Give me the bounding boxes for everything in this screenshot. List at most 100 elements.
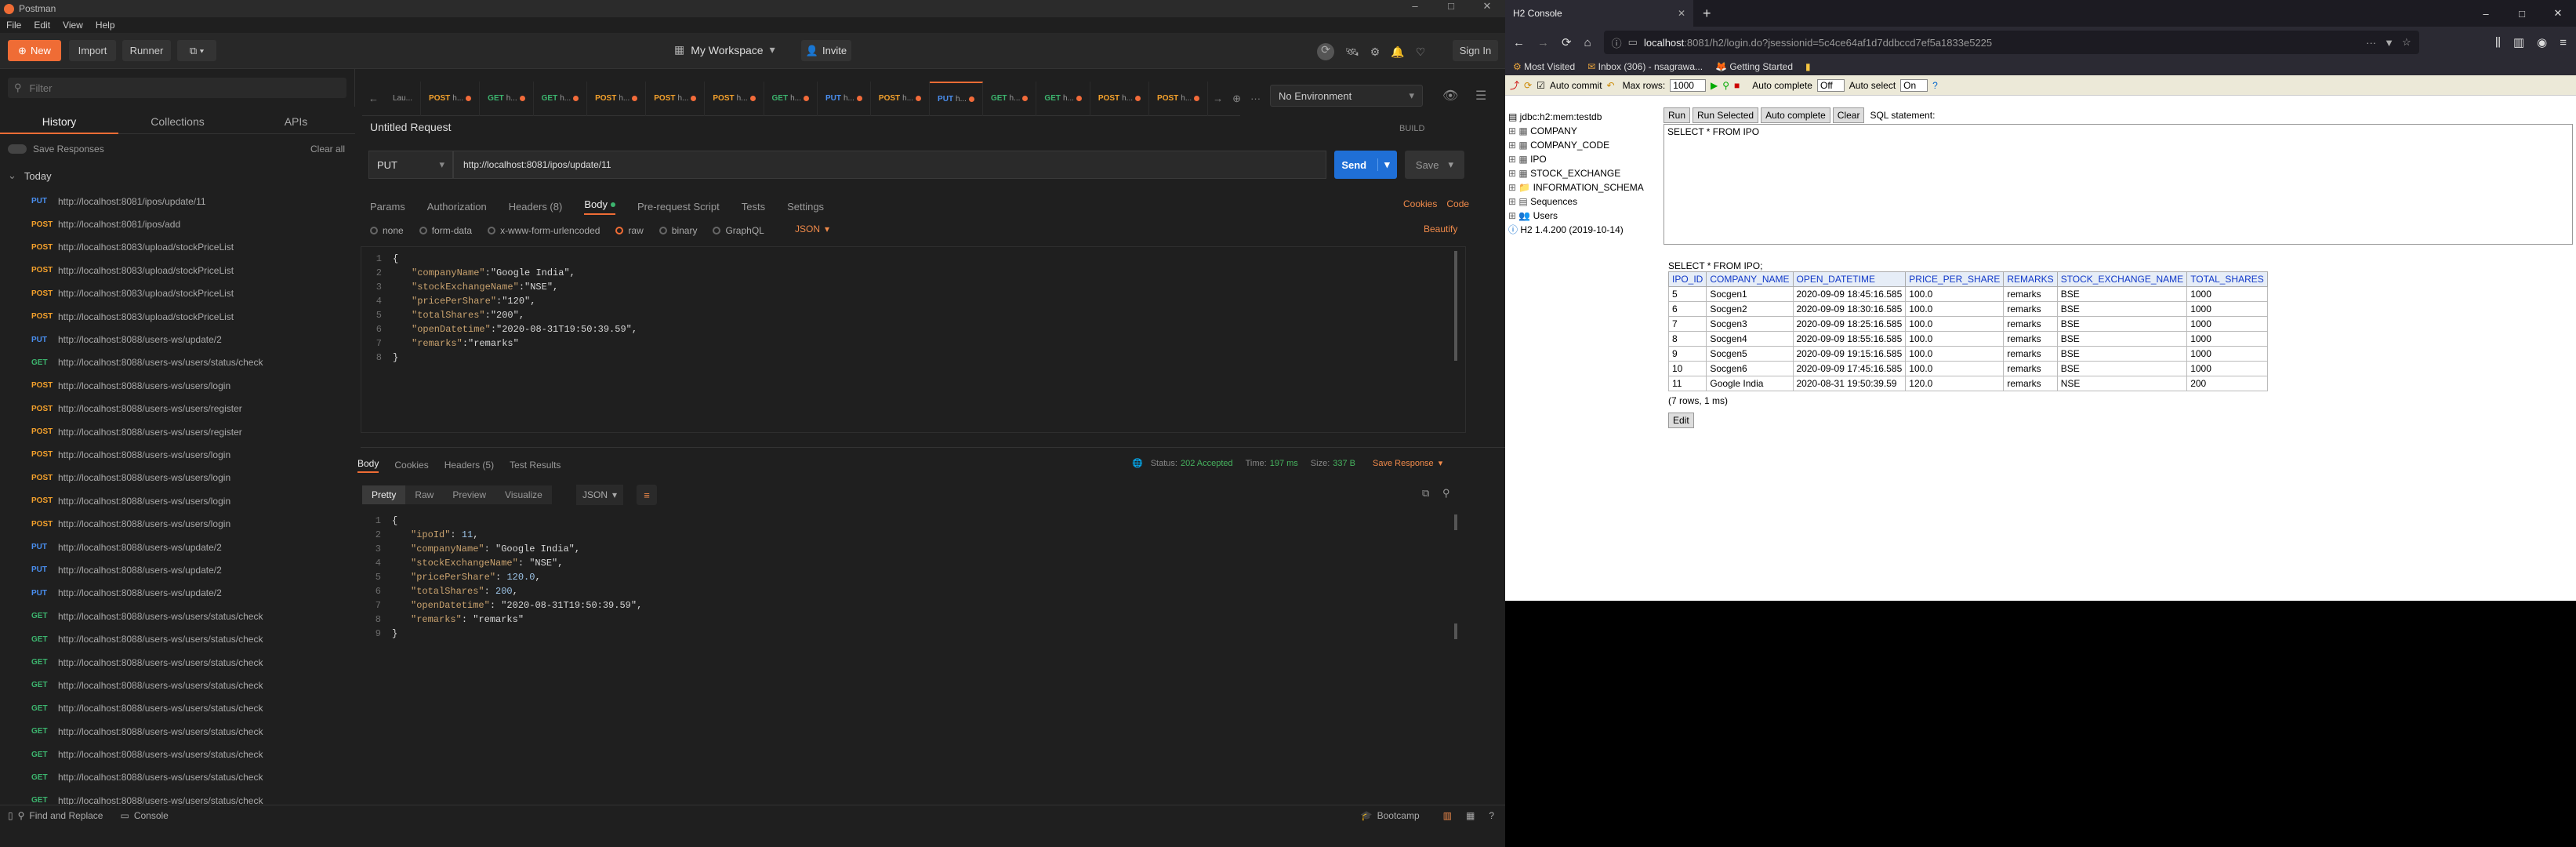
code-link[interactable]: Code — [1446, 198, 1469, 209]
history-item[interactable]: PUT http://localhost:8088/users-ws/update… — [0, 328, 355, 351]
history-item[interactable]: PUT http://localhost:8088/users-ws/update… — [0, 582, 355, 605]
request-tab[interactable]: POST h... — [1090, 81, 1150, 116]
help-icon[interactable]: ? — [1489, 810, 1494, 821]
bookmark-item[interactable]: 🦊 Getting Started — [1715, 61, 1793, 72]
body-type-x-www-form-urlencoded[interactable]: x-www-form-urlencoded — [488, 225, 600, 236]
request-tab[interactable]: POST h... — [705, 81, 764, 116]
send-button[interactable]: Send ▾ — [1334, 151, 1397, 179]
req-tab-headers[interactable]: Headers (8) — [509, 201, 563, 213]
history-item[interactable]: POST http://localhost:8083/upload/stockPr… — [0, 259, 355, 282]
workspace-selector[interactable]: ▦ My Workspace ▾ — [674, 43, 775, 56]
maximize-icon[interactable]: □ — [2504, 8, 2540, 20]
history-item[interactable]: GET http://localhost:8088/users-ws/users/… — [0, 605, 355, 627]
request-tab[interactable]: GET h... — [764, 81, 818, 116]
req-tab-settings[interactable]: Settings — [787, 201, 824, 213]
pocket-icon[interactable]: ▼ — [2384, 37, 2394, 49]
response-scrollbar-bottom[interactable] — [1454, 623, 1457, 639]
req-tab-pre-request-script[interactable]: Pre-request Script — [637, 201, 720, 213]
heart-icon[interactable]: ♡ — [1416, 45, 1426, 59]
req-tab-params[interactable]: Params — [370, 201, 405, 213]
library-icon[interactable]: ⫼ — [2495, 36, 2501, 49]
view-mode-preview[interactable]: Preview — [443, 485, 496, 504]
req-tab-authorization[interactable]: Authorization — [427, 201, 487, 213]
bookmark-item[interactable]: ⚙ Most Visited — [1513, 61, 1575, 72]
bootcamp-link[interactable]: Bootcamp — [1377, 810, 1420, 821]
column-header[interactable]: TOTAL_SHARES — [2186, 271, 2268, 287]
column-header[interactable]: REMARKS — [2003, 271, 2058, 287]
body-type-raw[interactable]: raw — [615, 225, 644, 236]
clear-all-link[interactable]: Clear all — [310, 144, 345, 154]
eye-icon[interactable]: 👁 — [1442, 88, 1458, 104]
auto-complete-select[interactable]: Off — [1816, 78, 1845, 92]
history-item[interactable]: POST http://localhost:8083/upload/stockPr… — [0, 305, 355, 328]
editor-scrollbar[interactable] — [1454, 251, 1457, 361]
menu-item-edit[interactable]: Edit — [27, 20, 56, 31]
home-icon[interactable]: ⌂ — [1584, 36, 1591, 49]
method-select[interactable]: PUT ▾ — [368, 151, 453, 179]
json-type-select[interactable]: JSON ▾ — [795, 224, 829, 234]
view-mode-pretty[interactable]: Pretty — [362, 485, 406, 504]
history-item[interactable]: POST http://localhost:8088/users-ws/users… — [0, 489, 355, 512]
search-icon[interactable]: ⚲ — [1442, 487, 1450, 500]
today-group[interactable]: ⌄ Today — [8, 169, 52, 182]
history-item[interactable]: GET http://localhost:8088/users-ws/users/… — [0, 697, 355, 720]
h2-clear-button[interactable]: Clear — [1832, 107, 1865, 123]
url-input[interactable]: http://localhost:8081/ipos/update/11 — [453, 151, 1326, 179]
new-button[interactable]: ⊕ New — [8, 40, 61, 61]
bookmark-item[interactable]: ✉ Inbox (306) - nsagrawa... — [1587, 61, 1703, 72]
column-header[interactable]: IPO_ID — [1667, 271, 1707, 287]
history-item[interactable]: GET http://localhost:8088/users-ws/users/… — [0, 766, 355, 789]
max-rows-select[interactable]: 1000 — [1670, 78, 1706, 92]
back-icon[interactable]: ← — [1513, 36, 1525, 49]
body-type-graphql[interactable]: GraphQL — [713, 225, 764, 236]
response-body[interactable]: 1{2 "ipoId": 11, 3 "companyName": "Google I… — [361, 514, 1466, 655]
history-item[interactable]: POST http://localhost:8083/upload/stockPr… — [0, 282, 355, 305]
request-tab[interactable]: GET h... — [480, 81, 534, 116]
settings-icon[interactable]: ⚙ — [1370, 45, 1381, 59]
new-tab-icon[interactable]: + — [1703, 5, 1711, 22]
filter-input[interactable]: ⚲ Filter — [8, 78, 346, 98]
menu-item-help[interactable]: Help — [89, 20, 122, 31]
bell-icon[interactable]: 🔔 — [1391, 45, 1404, 59]
sql-editor[interactable]: SELECT * FROM IPO — [1664, 124, 2573, 245]
tree-item-ipo[interactable]: ⊞ ▦ IPO — [1508, 152, 1657, 166]
menu-item-view[interactable]: View — [56, 20, 89, 31]
add-tab-icon[interactable]: ⊕ — [1228, 93, 1246, 105]
help-icon[interactable]: ? — [1932, 80, 1938, 91]
request-tab[interactable]: PUT h... — [818, 81, 871, 116]
request-tab[interactable]: POST h... — [646, 81, 706, 116]
request-title[interactable]: Untitled Request — [370, 121, 452, 133]
tree-item-stock-exchange[interactable]: ⊞ ▦ STOCK_EXCHANGE — [1508, 166, 1657, 180]
request-tab[interactable]: POST h... — [587, 81, 647, 116]
two-pane-icon[interactable]: ▥ — [1443, 810, 1452, 821]
save-button[interactable]: Save ▾ — [1405, 151, 1464, 179]
resp-tab-cookies[interactable]: Cookies — [394, 460, 428, 471]
req-tab-body[interactable]: Body — [584, 198, 615, 215]
wrap-lines-icon[interactable]: ≡ — [637, 485, 657, 505]
history-item[interactable]: PUT http://localhost:8088/users-ws/update… — [0, 536, 355, 558]
resp-tab-test-results[interactable]: Test Results — [510, 460, 561, 471]
column-header[interactable]: PRICE_PER_SHARE — [1905, 271, 2005, 287]
rollback-icon[interactable]: ↶ — [1607, 80, 1615, 91]
h2-run-button[interactable]: Run — [1664, 107, 1691, 123]
satellite-icon[interactable]: 🛰 — [1345, 45, 1359, 59]
tree-item-company[interactable]: ⊞ ▦ COMPANY — [1508, 124, 1657, 138]
history-item[interactable]: POST http://localhost:8088/users-ws/users… — [0, 512, 355, 535]
tree-item-company-code[interactable]: ⊞ ▦ COMPANY_CODE — [1508, 138, 1657, 152]
history-item[interactable]: GET http://localhost:8088/users-ws/users/… — [0, 627, 355, 650]
request-tab[interactable]: Lau... — [385, 81, 422, 116]
save-response-button[interactable]: Save Response — [1373, 459, 1434, 468]
resp-tab-headers[interactable]: Headers (5) — [444, 460, 494, 471]
sync-icon[interactable]: ⟳ — [1317, 43, 1334, 60]
console-link[interactable]: Console — [134, 810, 169, 821]
tree-item-information-schema[interactable]: ⊞ 📁 INFORMATION_SCHEMA — [1508, 180, 1657, 194]
runner-button[interactable]: Runner — [122, 40, 171, 61]
request-tab[interactable]: GET h... — [983, 81, 1037, 116]
sign-in-button[interactable]: Sign In — [1453, 40, 1498, 61]
save-responses-toggle[interactable] — [8, 144, 27, 154]
history-item[interactable]: POST http://localhost:8088/users-ws/users… — [0, 467, 355, 489]
invite-button[interactable]: 👤 Invite — [801, 40, 851, 61]
sliders-icon[interactable]: ☰ — [1475, 88, 1486, 104]
resp-tab-body[interactable]: Body — [357, 458, 379, 473]
history-item[interactable]: GET http://localhost:8088/users-ws/users/… — [0, 743, 355, 765]
